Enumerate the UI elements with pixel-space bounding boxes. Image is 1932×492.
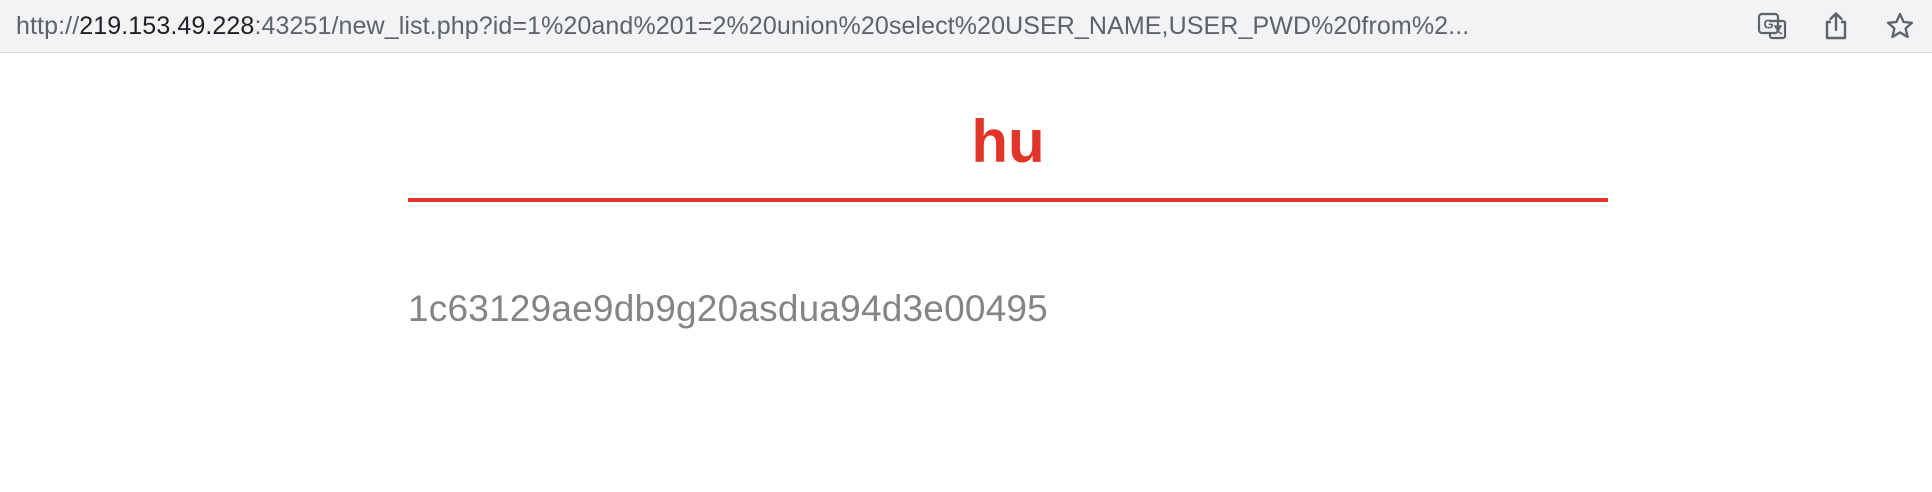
translate-button[interactable]: G bbox=[1740, 0, 1804, 52]
address-bar[interactable]: http://219.153.49.228:43251/new_list.php… bbox=[0, 0, 1720, 52]
bookmark-button[interactable] bbox=[1868, 0, 1932, 52]
svg-text:G: G bbox=[1763, 17, 1773, 32]
translate-icon: G bbox=[1757, 12, 1787, 40]
browser-toolbar: http://219.153.49.228:43251/new_list.php… bbox=[0, 0, 1932, 53]
url-scheme: http:// bbox=[16, 11, 80, 40]
article-content: 1c63129ae9db9g20asdua94d3e00495 bbox=[408, 288, 1048, 329]
share-button[interactable] bbox=[1804, 0, 1868, 52]
web-page: hu 1c63129ae9db9g20asdua94d3e00495 bbox=[0, 53, 1932, 492]
toolbar-actions: G bbox=[1740, 0, 1932, 52]
url-host: 219.153.49.228 bbox=[79, 11, 255, 40]
title-divider bbox=[408, 198, 1608, 202]
url-path: :43251/new_list.php?id=1%20and%201=2%20u… bbox=[254, 11, 1470, 40]
share-icon bbox=[1825, 12, 1847, 40]
page-title: hu bbox=[971, 108, 1045, 175]
article: hu 1c63129ae9db9g20asdua94d3e00495 bbox=[408, 53, 1608, 329]
bookmark-star-icon bbox=[1886, 12, 1914, 39]
